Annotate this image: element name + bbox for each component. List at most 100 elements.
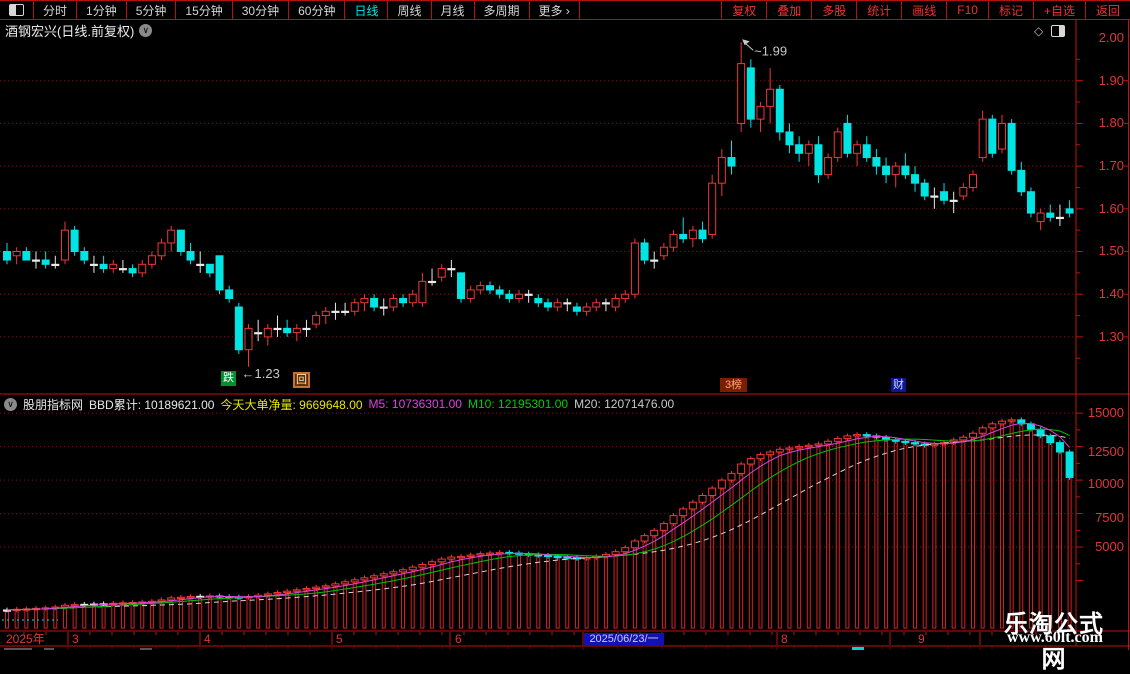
volume-bar [420,563,425,629]
marker-bang-badge[interactable]: 3榜 [720,378,747,392]
sub-candle-body [514,552,523,555]
candle-body-up [978,118,987,159]
sub-candle-body-up [988,423,997,429]
price-axis-label: 1.60 [1099,201,1124,216]
candle-body-up [157,242,166,257]
tool-menu-item-8[interactable]: 返回 [1084,1,1130,19]
volume-bar [140,601,145,629]
volume-bar [410,566,415,629]
candle-body [785,131,794,146]
candle-body-up [350,302,359,312]
volume-bar [700,494,705,629]
top-menu-item-10[interactable]: 更多 › [530,1,580,19]
candle-body [746,67,755,120]
marker-cai-badge[interactable]: 财 [891,378,906,392]
volume-bar [652,529,657,629]
candle-body [862,144,871,159]
ma20-line [6,434,1070,611]
tool-menu-item-4[interactable]: 画线 [901,1,946,19]
chevron-down-icon[interactable]: ∨ [139,24,153,37]
volume-bar [236,596,241,629]
volume-bar [120,602,125,629]
candle-body [882,165,891,176]
sub-candle-body-up [457,555,466,559]
top-menu-item-1[interactable]: 1分钟 [77,1,127,19]
top-menu-item-2[interactable]: 5分钟 [127,1,177,19]
sub-candle-body-up [795,446,804,449]
candle-body [650,259,659,262]
top-menu-item-7[interactable]: 周线 [388,1,432,19]
candle-body-up [1036,212,1045,223]
top-menu-item-9[interactable]: 多周期 [475,1,530,19]
candle-body-up [466,289,475,299]
candle-body [920,182,929,197]
candle-body [70,229,79,252]
top-menu-item-4[interactable]: 30分钟 [233,1,290,19]
volume-bar [227,596,232,629]
sub-candle-body [1036,428,1045,437]
tool-menu-item-7[interactable]: +自选 [1032,1,1085,19]
sub-candle-body-up [147,600,156,603]
tool-menu-item-2[interactable]: 多股 [811,1,856,19]
candle-body-up [824,157,833,176]
candle-body [872,157,881,167]
volume-bar [999,420,1004,629]
sub-candle-body-up [930,443,939,446]
candle-body [41,259,50,265]
top-menu-item-0[interactable]: 分时 [34,1,78,19]
tool-menu-item-0[interactable]: 复权 [721,1,766,19]
date-axis-month-label: 8 [781,632,788,646]
candle-body-up [611,297,620,308]
candle-body [128,268,137,274]
tool-menu-item-1[interactable]: 叠加 [766,1,811,19]
candle-body [457,272,466,299]
app-window-icon[interactable] [0,1,34,19]
candle-body [1007,122,1016,171]
sub-candle-body-up [621,547,630,553]
candle-body-up [833,131,842,159]
candle-body [428,280,437,284]
sub-candle-body [862,434,871,437]
stock-title-row[interactable]: 酒钢宏兴(日线.前复权) ∨ [5,21,153,40]
marker-die-badge[interactable]: 跌 [221,371,236,386]
candle-body-up [360,297,369,304]
sub-candle-body-up [814,443,823,446]
volume-bar [294,589,299,629]
top-menu-item-8[interactable]: 月线 [432,1,475,19]
sub-candle-body-up [698,494,707,503]
sub-candle-body-up [640,535,649,542]
candle-body [99,263,108,270]
volume-bar [24,608,29,629]
tool-menu-item-3[interactable]: 统计 [856,1,901,19]
candle-body [572,306,581,312]
candle-body [843,122,852,154]
sub-candle-body-up [176,596,185,599]
volume-bar [275,592,280,629]
top-menu-item-6[interactable]: 日线 [345,1,389,19]
candle-body [640,242,649,261]
candle-body [302,327,311,331]
top-menu-item-3[interactable]: 15分钟 [176,1,233,19]
candle-body [215,255,224,291]
panel-toggle-icon[interactable] [1051,25,1066,37]
volume-bar [333,583,338,629]
diamond-icon[interactable]: ◇ [1034,24,1043,38]
volume-bar [893,440,898,629]
volume-bar [777,448,782,629]
volume-axis-label: 15000 [1088,405,1124,420]
marker-hui-badge[interactable]: 回 [293,372,310,388]
sub-candle-body-up [679,508,688,517]
sub-candle-body-up [254,594,263,598]
candle-body-up [853,144,862,154]
top-menu-item-5[interactable]: 60分钟 [289,1,346,19]
candle-body [234,306,243,351]
tool-menu-item-5[interactable]: F10 [946,1,988,19]
tool-menu-item-6[interactable]: 标记 [987,1,1033,19]
candle-body [1046,212,1055,218]
collapse-indicator-icon[interactable]: ∨ [4,397,17,411]
candle-body [31,259,40,262]
candle-body [930,195,939,198]
candle-body-up [717,157,726,184]
indicator-source[interactable]: 股朋指标网 [23,396,83,413]
candle-body [901,165,910,176]
